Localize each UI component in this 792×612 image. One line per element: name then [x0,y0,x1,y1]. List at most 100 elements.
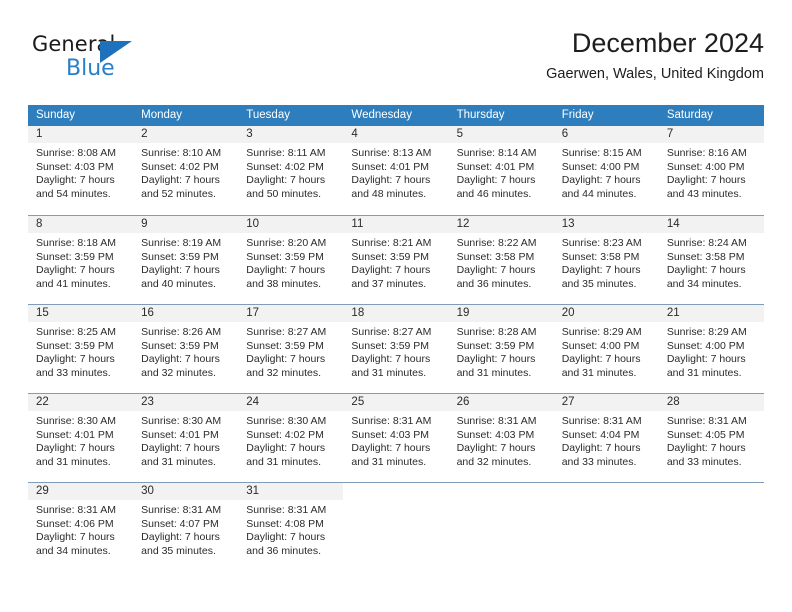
day-cell[interactable]: 27 Sunrise: 8:31 AM Sunset: 4:04 PM Dayl… [553,394,659,482]
sunset-text: Sunset: 4:01 PM [36,428,114,441]
day-cell[interactable]: 22 Sunrise: 8:30 AM Sunset: 4:01 PM Dayl… [28,394,134,482]
sunrise-text: Sunrise: 8:14 AM [456,147,537,159]
daylight-text-2: and 36 minutes. [456,277,532,290]
day-cell[interactable]: 19 Sunrise: 8:28 AM Sunset: 3:59 PM Dayl… [448,305,554,393]
day-cell[interactable]: 4 Sunrise: 8:13 AM Sunset: 4:01 PM Dayli… [343,126,449,215]
day-details: Sunrise: 8:31 AM Sunset: 4:03 PM Dayligh… [343,411,449,482]
sunrise-text: Sunrise: 8:31 AM [246,504,327,516]
day-cell[interactable]: 17 Sunrise: 8:27 AM Sunset: 3:59 PM Dayl… [238,305,344,393]
daylight-text-1: Daylight: 7 hours [456,353,536,366]
day-cell[interactable]: 3 Sunrise: 8:11 AM Sunset: 4:02 PM Dayli… [238,126,344,215]
day-number: 15 [28,305,134,322]
day-cell[interactable]: 9 Sunrise: 8:19 AM Sunset: 3:59 PM Dayli… [133,216,239,304]
day-cell[interactable]: 11 Sunrise: 8:21 AM Sunset: 3:59 PM Dayl… [343,216,449,304]
day-cell[interactable]: 13 Sunrise: 8:23 AM Sunset: 3:58 PM Dayl… [553,216,659,304]
day-cell[interactable]: 14 Sunrise: 8:24 AM Sunset: 3:58 PM Dayl… [658,216,764,304]
sunset-text: Sunset: 3:59 PM [351,250,430,263]
sunrise-text: Sunrise: 8:27 AM [246,326,327,338]
day-cell[interactable]: 23 Sunrise: 8:30 AM Sunset: 4:01 PM Dayl… [133,394,239,482]
daylight-text-1: Daylight: 7 hours [666,264,746,277]
day-cell[interactable]: 24 Sunrise: 8:30 AM Sunset: 4:02 PM Dayl… [238,394,344,482]
day-details [658,500,764,571]
day-number: 26 [448,394,554,411]
daylight-text-2: and 33 minutes. [561,455,637,468]
daylight-text-1: Daylight: 7 hours [561,442,641,455]
day-cell[interactable]: 8 Sunrise: 8:18 AM Sunset: 3:59 PM Dayli… [28,216,134,304]
daylight-text-1: Daylight: 7 hours [141,353,220,366]
page-subtitle-location: Gaerwen, Wales, United Kingdom [546,66,764,82]
day-cell[interactable]: 28 Sunrise: 8:31 AM Sunset: 4:05 PM Dayl… [658,394,764,482]
sunrise-text: Sunrise: 8:30 AM [36,415,116,427]
day-cell[interactable]: 12 Sunrise: 8:22 AM Sunset: 3:58 PM Dayl… [448,216,554,304]
weekday-header-friday: Friday [561,109,594,121]
daylight-text-1: Daylight: 7 hours [36,353,115,366]
day-number: 2 [133,126,239,143]
sunset-text: Sunset: 3:59 PM [246,339,324,352]
day-cell[interactable]: 25 Sunrise: 8:31 AM Sunset: 4:03 PM Dayl… [343,394,449,482]
sunrise-text: Sunrise: 8:31 AM [561,415,642,427]
daylight-text-2: and 32 minutes. [246,366,321,379]
weekday-header-monday: Monday [141,109,183,121]
sunset-text: Sunset: 4:03 PM [456,428,535,441]
day-cell[interactable]: 15 Sunrise: 8:25 AM Sunset: 3:59 PM Dayl… [28,305,134,393]
day-details: Sunrise: 8:08 AM Sunset: 4:03 PM Dayligh… [28,143,134,215]
day-cell[interactable]: 21 Sunrise: 8:29 AM Sunset: 4:00 PM Dayl… [658,305,764,393]
day-details: Sunrise: 8:30 AM Sunset: 4:02 PM Dayligh… [238,411,344,482]
calendar-page: General Blue December 2024 Gaerwen, Wale… [0,0,792,612]
daylight-text-2: and 34 minutes. [666,277,742,290]
page-header: General Blue December 2024 Gaerwen, Wale… [28,26,764,96]
daylight-text-1: Daylight: 7 hours [246,442,326,455]
daylight-text-1: Daylight: 7 hours [561,174,641,187]
day-cell[interactable]: 30 Sunrise: 8:31 AM Sunset: 4:07 PM Dayl… [133,483,239,571]
day-number: 19 [448,305,554,322]
logo-text-blue: Blue [66,56,115,81]
weekday-header-thursday: Thursday [456,109,505,121]
sunset-text: Sunset: 4:01 PM [456,160,535,173]
daylight-text-2: and 31 minutes. [561,366,637,379]
day-cell[interactable]: 2 Sunrise: 8:10 AM Sunset: 4:02 PM Dayli… [133,126,239,215]
day-cell[interactable]: 6 Sunrise: 8:15 AM Sunset: 4:00 PM Dayli… [553,126,659,215]
day-cell[interactable]: 10 Sunrise: 8:20 AM Sunset: 3:59 PM Dayl… [238,216,344,304]
day-cell[interactable]: 5 Sunrise: 8:14 AM Sunset: 4:01 PM Dayli… [448,126,554,215]
weekday-header-tuesday: Tuesday [246,109,290,121]
day-number: 30 [133,483,239,500]
day-cell[interactable]: 26 Sunrise: 8:31 AM Sunset: 4:03 PM Dayl… [448,394,554,482]
sunrise-text: Sunrise: 8:27 AM [351,326,432,338]
day-details: Sunrise: 8:28 AM Sunset: 3:59 PM Dayligh… [448,322,554,393]
daylight-text-2: and 31 minutes. [141,455,216,468]
day-details: Sunrise: 8:25 AM Sunset: 3:59 PM Dayligh… [28,322,134,393]
weekday-header-wednesday: Wednesday [351,109,412,121]
daylight-text-2: and 31 minutes. [351,455,427,468]
daylight-text-1: Daylight: 7 hours [351,264,431,277]
day-cell[interactable]: 31 Sunrise: 8:31 AM Sunset: 4:08 PM Dayl… [238,483,344,571]
sunset-text: Sunset: 4:02 PM [141,160,219,173]
sunrise-text: Sunrise: 8:31 AM [141,504,222,516]
day-cell[interactable]: 7 Sunrise: 8:16 AM Sunset: 4:00 PM Dayli… [658,126,764,215]
day-details: Sunrise: 8:18 AM Sunset: 3:59 PM Dayligh… [28,233,134,304]
day-cell[interactable]: 29 Sunrise: 8:31 AM Sunset: 4:06 PM Dayl… [28,483,134,571]
sunrise-text: Sunrise: 8:30 AM [246,415,327,427]
day-number: 25 [343,394,449,411]
day-details: Sunrise: 8:31 AM Sunset: 4:06 PM Dayligh… [28,500,134,571]
day-cell[interactable]: 20 Sunrise: 8:29 AM Sunset: 4:00 PM Dayl… [553,305,659,393]
day-details: Sunrise: 8:10 AM Sunset: 4:02 PM Dayligh… [133,143,239,215]
day-number: 12 [448,216,554,233]
day-number: 5 [448,126,554,143]
day-cell[interactable]: 18 Sunrise: 8:27 AM Sunset: 3:59 PM Dayl… [343,305,449,393]
daylight-text-2: and 32 minutes. [456,455,532,468]
daylight-text-2: and 31 minutes. [456,366,532,379]
day-cell[interactable]: 16 Sunrise: 8:26 AM Sunset: 3:59 PM Dayl… [133,305,239,393]
sunset-text: Sunset: 4:01 PM [351,160,430,173]
day-details: Sunrise: 8:29 AM Sunset: 4:00 PM Dayligh… [553,322,659,393]
sunset-text: Sunset: 4:05 PM [666,428,745,441]
daylight-text-1: Daylight: 7 hours [456,174,536,187]
weekday-header-row: Sunday Monday Tuesday Wednesday Thursday… [28,105,764,126]
daylight-text-1: Daylight: 7 hours [36,531,115,544]
sunrise-text: Sunrise: 8:13 AM [351,147,432,159]
daylight-text-1: Daylight: 7 hours [351,174,431,187]
daylight-text-1: Daylight: 7 hours [456,264,536,277]
daylight-text-1: Daylight: 7 hours [141,442,220,455]
sunrise-text: Sunrise: 8:26 AM [141,326,222,338]
day-cell[interactable]: 1 Sunrise: 8:08 AM Sunset: 4:03 PM Dayli… [28,126,134,215]
daylight-text-2: and 33 minutes. [666,455,742,468]
